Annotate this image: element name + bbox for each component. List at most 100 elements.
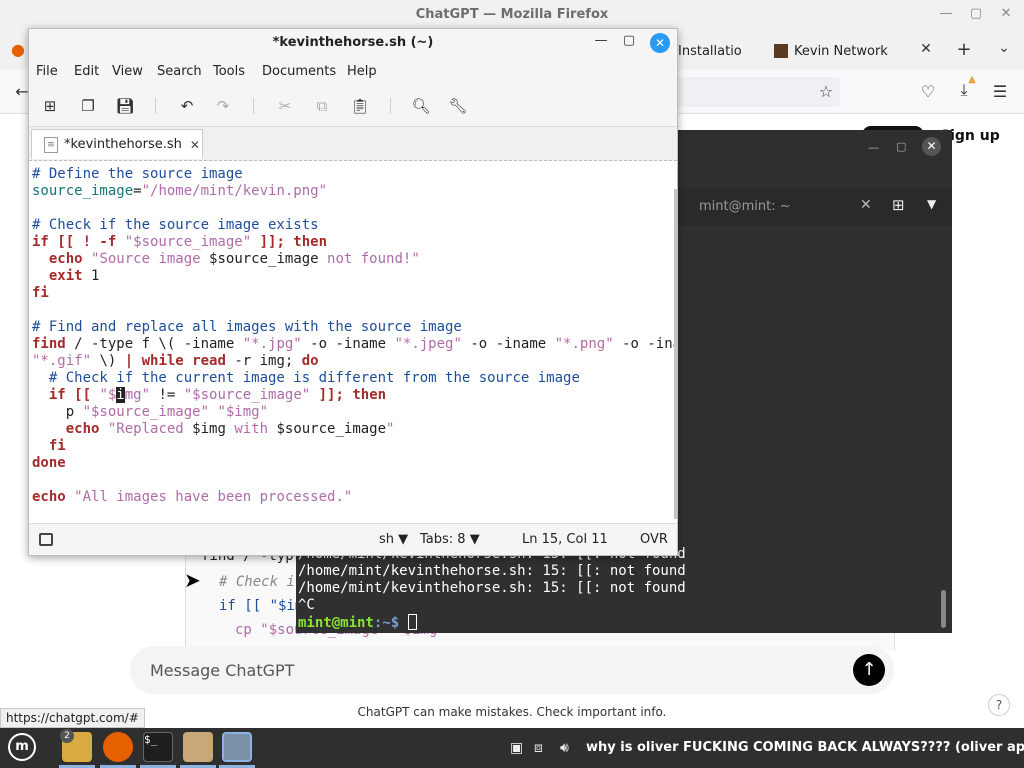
menu-view[interactable]: View [112, 64, 143, 79]
hamburger-menu-icon[interactable]: ☰ [988, 82, 1012, 101]
firefox-icon: ● [11, 40, 25, 59]
new-tab-plus-icon[interactable]: + [952, 39, 976, 60]
terminal-new-tab-icon[interactable]: ⊞ [892, 196, 905, 214]
bookmark-star-icon[interactable]: ☆ [814, 82, 838, 101]
mouse-cursor-icon: ➤ [184, 568, 201, 592]
tab-label: Installatio [678, 43, 742, 59]
firefox-close-button[interactable]: ✕ [996, 6, 1016, 24]
document-tab-label: *kevinthehorse.sh [64, 137, 182, 152]
code-line: p "$source_image" "$img" [32, 404, 269, 420]
editor-close-icon[interactable]: ✕ [650, 33, 670, 53]
menu-search[interactable]: Search [157, 64, 202, 79]
menu-file[interactable]: File [36, 64, 58, 79]
terminal-app-icon[interactable]: $_ [143, 732, 173, 762]
cut-scissors-icon[interactable]: ✂ [274, 95, 296, 117]
find-replace-icon[interactable]: 🔧︎ [447, 95, 469, 117]
code-line: echo "Replaced $img with $source_image" [65, 421, 395, 437]
editor-maximize-icon[interactable]: ▢ [620, 33, 638, 48]
terminal-minimize-icon[interactable]: — [868, 141, 879, 154]
tab-kevin-network[interactable]: Kevin Network [774, 36, 888, 66]
tab-close-icon[interactable]: ✕ [914, 41, 938, 57]
firefox-app-icon[interactable] [103, 732, 133, 762]
code-editor-area[interactable]: # Define the source image source_image="… [29, 161, 677, 523]
editor-scrollbar[interactable] [674, 189, 677, 519]
open-document-icon[interactable]: ❐ [77, 95, 99, 117]
prompt-path: :~$ [373, 615, 408, 631]
copy-icon[interactable]: ⧉ [311, 95, 333, 117]
cursor-position[interactable]: Ln 15, Col 11 [522, 532, 608, 547]
text-editor-app-icon[interactable] [222, 732, 252, 762]
editor-statusbar: sh ▼ Tabs: 8 ▼ Ln 15, Col 11 OVR [29, 523, 677, 555]
terminal-menu-triangle-icon[interactable]: ▼ [927, 197, 936, 211]
help-button[interactable]: ? [988, 694, 1010, 716]
firefox-window-title: ChatGPT — Mozilla Firefox [415, 7, 609, 22]
menu-tools[interactable]: Tools [213, 64, 245, 79]
network-tray-icon[interactable]: ⧈ [534, 740, 543, 756]
code-line: if [[ ! -f "$source_image" ]]; then [32, 234, 328, 250]
source-code: # Define the source image source_image="… [32, 166, 677, 506]
code-line: # Check i [219, 574, 295, 590]
terminal-close-icon[interactable]: ✕ [922, 137, 941, 156]
language-selector[interactable]: sh ▼ [379, 532, 408, 547]
code-line: echo "Source image $source_image not fou… [48, 251, 420, 267]
code-line: source_image="/home/mint/kevin.png" [32, 183, 328, 199]
text-editor-window[interactable]: *kevinthehorse.sh (~) — ▢ ✕ File Edit Vi… [28, 28, 678, 556]
mint-menu-icon[interactable]: m [8, 733, 36, 761]
menu-help[interactable]: Help [347, 64, 377, 79]
terminal-line: ^C [298, 597, 315, 613]
editor-tabbar: ≡ *kevinthehorse.sh ✕ [29, 127, 677, 161]
overwrite-mode[interactable]: OVR [640, 532, 668, 547]
terminal-line: /home/mint/kevinthehorse.sh: 15: [[: not… [298, 580, 686, 596]
firefox-maximize-button[interactable]: ▢ [966, 6, 986, 24]
clipboard-tray-icon[interactable]: ▣ [510, 740, 523, 756]
code-line: echo "All images have been processed." [32, 489, 353, 505]
tab-label: Kevin Network [794, 43, 888, 59]
editor-toolbar: ⊞ ❐ 💾︎ ↶ ↷ ✂ ⧉ 📋︎ 🔍︎ 🔧︎ [29, 85, 677, 127]
menu-edit[interactable]: Edit [74, 64, 99, 79]
search-icon[interactable]: 🔍︎ [410, 95, 432, 117]
code-line: # Check if the current image is differen… [48, 370, 580, 386]
send-arrow-up-icon[interactable]: ↑ [853, 654, 885, 686]
paste-clipboard-icon[interactable]: 📋︎ [349, 95, 371, 117]
code-line: fi [32, 285, 49, 301]
code-line: if [[ "$im [219, 598, 304, 614]
terminal-line: /home/mint/kevinthehorse.sh: 15: [[: not… [298, 563, 686, 579]
new-document-icon[interactable]: ⊞ [39, 95, 61, 117]
terminal-scrollbar[interactable] [941, 590, 946, 628]
save-icon[interactable]: 💾︎ [114, 95, 136, 117]
terminal-titlebar[interactable] [677, 130, 952, 188]
tab-list-chevron-down-icon[interactable]: ⌄ [992, 40, 1016, 56]
terminal-tab-label[interactable]: mint@mint: ~ [699, 199, 791, 214]
toolbar-separator [253, 98, 254, 114]
terminal-tab-close-icon[interactable]: ✕ [860, 197, 872, 213]
document-tab-close-icon[interactable]: ✕ [190, 138, 200, 152]
firefox-minimize-button[interactable]: — [936, 6, 956, 24]
volume-tray-icon[interactable]: 🔊︎ [560, 740, 569, 756]
editor-document-tab[interactable]: ≡ *kevinthehorse.sh ✕ [31, 129, 203, 159]
language-label: sh [379, 532, 395, 547]
tab-installation[interactable]: Installatio [678, 36, 742, 66]
message-placeholder: Message ChatGPT [150, 661, 295, 680]
editor-window-title: *kevinthehorse.sh (~) [272, 35, 434, 50]
redo-icon[interactable]: ↷ [212, 95, 234, 117]
editor-minimize-icon[interactable]: — [592, 33, 610, 48]
code-line: "*.gif" \) | while read -r img; do [32, 353, 319, 369]
menu-documents[interactable]: Documents [262, 64, 336, 79]
archive-manager-icon[interactable] [183, 732, 213, 762]
terminal-maximize-icon[interactable]: ▢ [896, 140, 906, 153]
side-panel-toggle-icon[interactable] [39, 533, 53, 546]
download-alert-icon: ▲ [968, 74, 976, 85]
pocket-icon[interactable]: ♡ [916, 82, 940, 101]
terminal-prompt: mint@mint:~$ [298, 614, 686, 632]
tab-width-selector[interactable]: Tabs: 8 ▼ [420, 532, 480, 547]
editor-titlebar[interactable]: *kevinthehorse.sh (~) — ▢ ✕ [29, 29, 677, 59]
code-line: find / -type f \( -iname "*.jpg" -o -ina… [32, 336, 677, 352]
toolbar-separator [155, 98, 156, 114]
disclaimer-text: ChatGPT can make mistakes. Check importa… [357, 705, 667, 719]
undo-icon[interactable]: ↶ [176, 95, 198, 117]
code-line: # Check if the source image exists [32, 217, 319, 233]
tray-notification-text[interactable]: why is oliver FUCKING COMING BACK ALWAYS… [586, 740, 1024, 755]
